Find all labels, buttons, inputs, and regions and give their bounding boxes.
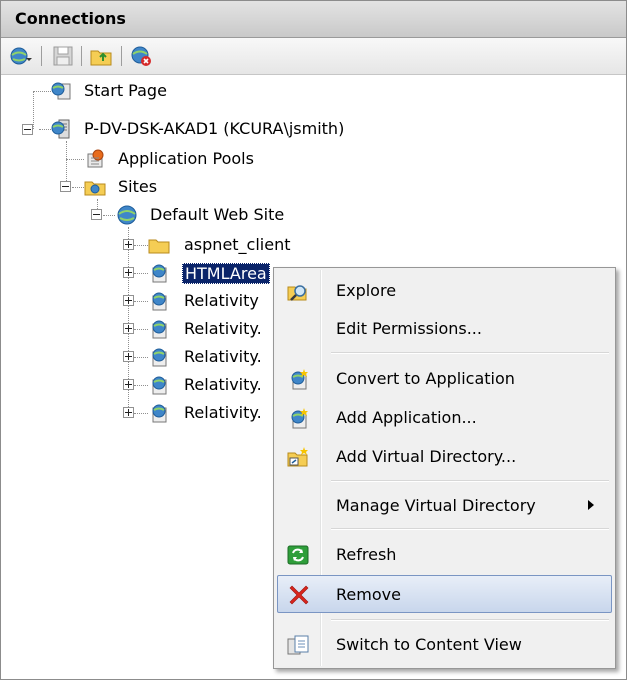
tree-line (33, 91, 34, 129)
collapse-toggle[interactable] (91, 209, 102, 220)
panel-header: Connections (1, 1, 626, 38)
menu-separator (331, 528, 609, 530)
tree-node-label: Relativity. (184, 347, 262, 366)
tree-line (134, 357, 148, 358)
connections-toolbar (1, 38, 626, 75)
tree-line (134, 273, 148, 274)
menu-item-label: Convert to Application (336, 369, 515, 388)
refresh-icon (286, 543, 310, 567)
tree-node-relativity-5[interactable]: Relativity. (148, 400, 268, 426)
menu-item-switch-to-content-view[interactable]: Switch to Content View (277, 626, 612, 662)
menu-item-edit-permissions[interactable]: Edit Permissions... (277, 310, 612, 346)
expand-toggle[interactable] (123, 323, 134, 334)
tree-node-relativity-3[interactable]: Relativity. (148, 344, 268, 370)
menu-item-manage-virtual-directory[interactable]: Manage Virtual Directory (277, 487, 612, 523)
tree-node-htmlarea[interactable]: HTMLArea (148, 260, 288, 286)
toolbar-separator (121, 46, 122, 66)
tree-line (134, 413, 148, 414)
web-app-icon (148, 262, 170, 284)
tree-node-label: Application Pools (118, 149, 254, 168)
tree-node-label: Relativity. (184, 375, 262, 394)
tree-node-relativity-2[interactable]: Relativity. (148, 316, 268, 342)
expand-toggle[interactable] (123, 239, 134, 250)
tree-node-label: Sites (118, 177, 158, 196)
tree-line (134, 329, 148, 330)
tree-node-label: Default Web Site (150, 205, 285, 224)
menu-item-label: Explore (336, 281, 397, 300)
explore-icon (286, 279, 310, 303)
tree-node-label: Relativity. (184, 403, 262, 422)
menu-item-remove[interactable]: Remove (277, 575, 612, 613)
add-vdir-icon (286, 445, 310, 469)
menu-separator (331, 480, 609, 482)
website-globe-icon (116, 204, 138, 226)
expand-toggle[interactable] (123, 379, 134, 390)
convert-app-icon (286, 367, 310, 391)
menu-item-refresh[interactable]: Refresh (277, 536, 612, 572)
menu-separator (331, 352, 609, 354)
tree-node-sites[interactable]: Sites (84, 174, 204, 200)
tree-node-relativity-4[interactable]: Relativity. (148, 372, 268, 398)
app-pools-icon (84, 148, 106, 170)
folder-icon (148, 234, 170, 256)
tree-node-default-web-site[interactable]: Default Web Site (116, 202, 336, 228)
web-app-icon (148, 402, 170, 424)
tree-line (103, 215, 115, 216)
add-app-icon (286, 406, 310, 430)
web-app-icon (148, 374, 170, 396)
start-page-icon (50, 80, 72, 102)
folder-up-icon[interactable] (89, 44, 113, 68)
globe-connect-icon[interactable] (9, 44, 33, 68)
menu-item-convert-to-application[interactable]: Convert to Application (277, 360, 612, 396)
tree-node-aspnet-client[interactable]: aspnet_client (148, 232, 328, 258)
menu-item-label: Refresh (336, 545, 397, 564)
tree-line (33, 91, 51, 92)
toolbar-separator (41, 46, 42, 66)
tree-line (134, 385, 148, 386)
tree-node-label: aspnet_client (184, 235, 291, 254)
web-app-icon (148, 318, 170, 340)
menu-item-label: Manage Virtual Directory (336, 496, 536, 515)
menu-item-label: Switch to Content View (336, 635, 522, 654)
tree-node-label: HTMLArea (182, 263, 270, 284)
tree-node-application-pools[interactable]: Application Pools (84, 146, 304, 172)
web-app-icon (148, 290, 170, 312)
tree-node-start-page[interactable]: Start Page (50, 78, 250, 104)
tree-node-label: Start Page (84, 81, 167, 100)
menu-item-label: Remove (336, 585, 401, 604)
submenu-arrow-icon (588, 500, 594, 510)
remove-icon (287, 582, 311, 606)
tree-line (134, 301, 148, 302)
menu-item-label: Edit Permissions... (336, 319, 482, 338)
toolbar-separator (81, 46, 82, 66)
collapse-toggle[interactable] (22, 124, 33, 135)
tree-node-label: Relativity. (184, 319, 262, 338)
menu-separator (331, 619, 609, 621)
sites-folder-icon (84, 176, 106, 198)
menu-item-label: Add Application... (336, 408, 477, 427)
disconnect-icon[interactable] (129, 44, 153, 68)
menu-item-explore[interactable]: Explore (277, 272, 612, 308)
save-icon[interactable] (51, 44, 75, 68)
expand-toggle[interactable] (123, 351, 134, 362)
tree-line (66, 159, 84, 160)
tree-node-relativity[interactable]: Relativity (148, 288, 268, 314)
expand-toggle[interactable] (123, 267, 134, 278)
expand-toggle[interactable] (123, 407, 134, 418)
menu-item-add-application[interactable]: Add Application... (277, 399, 612, 435)
tree-line (72, 187, 84, 188)
web-app-icon (148, 346, 170, 368)
server-icon (50, 118, 72, 140)
panel-title: Connections (15, 9, 126, 28)
tree-node-label: Relativity (184, 291, 259, 310)
content-view-icon (286, 633, 310, 657)
expand-toggle[interactable] (123, 295, 134, 306)
tree-node-server[interactable]: P-DV-DSK-AKAD1 (KCURA\jsmith) (50, 116, 430, 142)
tree-node-label: P-DV-DSK-AKAD1 (KCURA\jsmith) (84, 119, 345, 138)
menu-item-add-virtual-directory[interactable]: Add Virtual Directory... (277, 438, 612, 474)
context-menu: Explore Edit Permissions... Convert to A… (273, 267, 616, 669)
collapse-toggle[interactable] (60, 181, 71, 192)
tree-line (134, 245, 148, 246)
menu-item-label: Add Virtual Directory... (336, 447, 517, 466)
